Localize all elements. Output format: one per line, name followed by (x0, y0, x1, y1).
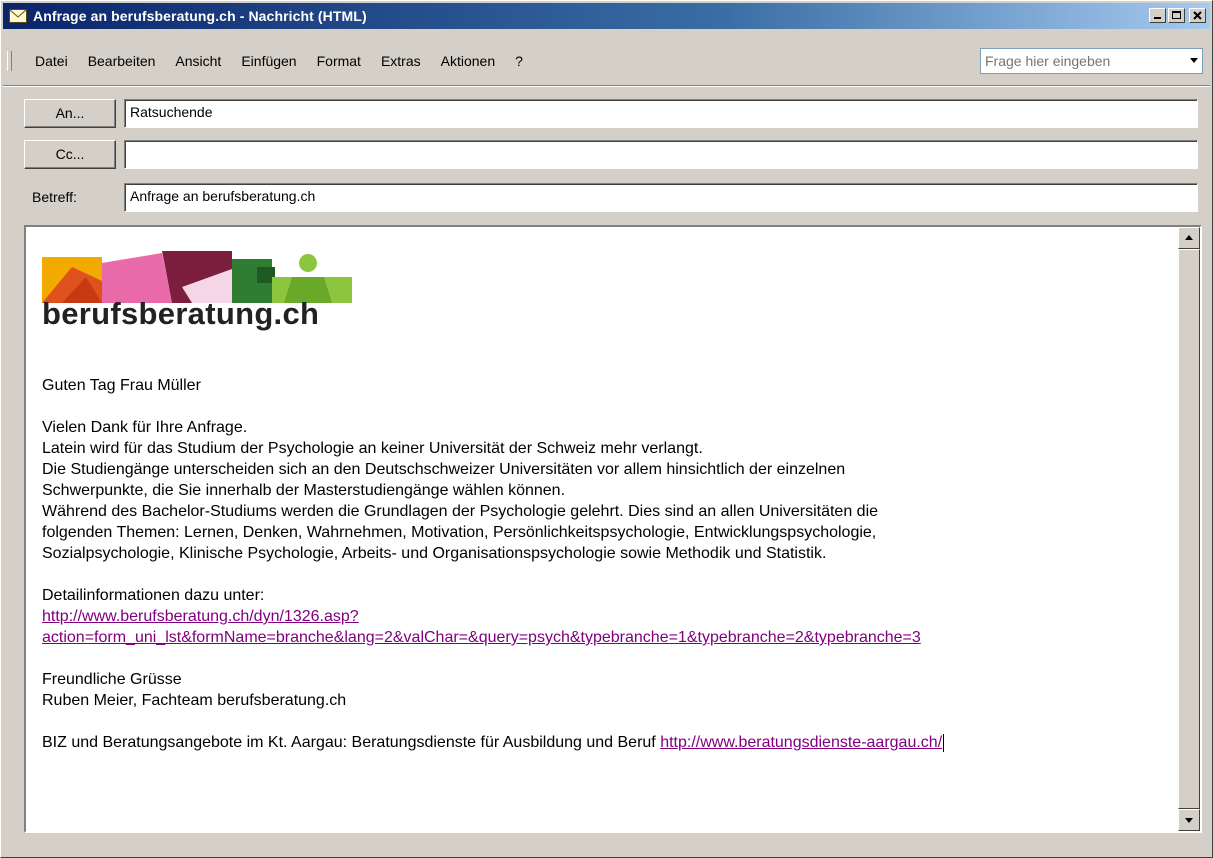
paragraph-line: Die Studiengänge unterscheiden sich an d… (42, 461, 846, 478)
closing-paragraph: Freundliche Grüsse Ruben Meier, Fachteam… (42, 669, 1162, 711)
details-link-line-2[interactable]: action=form_uni_lst&formName=branche&lan… (42, 629, 921, 646)
logo-graphic (42, 251, 352, 303)
toolbar-separator (3, 85, 1210, 87)
closing: Freundliche Grüsse (42, 671, 182, 688)
scroll-down-icon[interactable] (1178, 809, 1200, 831)
minimize-icon[interactable] (1149, 8, 1166, 23)
footer-text: BIZ und Beratungsangebote im Kt. Aargau:… (42, 734, 661, 751)
close-icon[interactable] (1189, 8, 1206, 23)
menu-extras[interactable]: Extras (381, 53, 421, 69)
title-bar[interactable]: Anfrage an berufsberatung.ch - Nachricht… (3, 3, 1210, 29)
footer-paragraph: BIZ und Beratungsangebote im Kt. Aargau:… (42, 732, 1162, 753)
paragraph-line: Sozialpsychologie, Klinische Psychologie… (42, 545, 827, 562)
berufsberatung-logo: berufsberatung.ch (42, 247, 362, 357)
message-body[interactable]: berufsberatung.ch Guten Tag Frau Müller … (24, 225, 1202, 833)
footer-link[interactable]: http://www.beratungsdienste-aargau.ch/ (660, 734, 942, 751)
menu-help[interactable]: ? (515, 53, 523, 69)
subject-label: Betreff: (32, 189, 77, 205)
signature: Ruben Meier, Fachteam berufsberatung.ch (42, 692, 347, 709)
menu-datei[interactable]: Datei (35, 53, 68, 69)
cc-button[interactable]: Cc... (24, 140, 116, 169)
paragraph-line: Vielen Dank für Ihre Anfrage. (42, 419, 248, 436)
menu-bar: Datei Bearbeiten Ansicht Einfügen Format… (15, 47, 533, 75)
chevron-down-icon[interactable] (1190, 58, 1198, 63)
message-content[interactable]: berufsberatung.ch Guten Tag Frau Müller … (42, 247, 1162, 774)
scroll-up-icon[interactable] (1178, 227, 1200, 249)
menu-bearbeiten[interactable]: Bearbeiten (88, 53, 156, 69)
vertical-scrollbar[interactable] (1178, 227, 1200, 831)
menubar-grip[interactable] (7, 51, 12, 71)
maximize-icon[interactable] (1168, 8, 1185, 23)
scroll-thumb[interactable] (1178, 249, 1200, 809)
subject-field[interactable]: Anfrage an berufsberatung.ch (124, 183, 1198, 212)
logo-text: berufsberatung.ch (42, 296, 320, 331)
menu-ansicht[interactable]: Ansicht (175, 53, 221, 69)
paragraph-line: folgenden Themen: Lernen, Denken, Wahrne… (42, 524, 877, 541)
paragraph-line: Latein wird für das Studium der Psycholo… (42, 440, 703, 457)
details-link-line-1[interactable]: http://www.berufsberatung.ch/dyn/1326.as… (42, 608, 359, 625)
paragraph-line: Schwerpunkte, die Sie innerhalb der Mast… (42, 482, 566, 499)
details-paragraph: Detailinformationen dazu unter: http://w… (42, 585, 1162, 648)
help-search-input[interactable] (981, 49, 1179, 73)
to-field[interactable]: Ratsuchende (124, 99, 1198, 128)
menu-aktionen[interactable]: Aktionen (441, 53, 495, 69)
details-label: Detailinformationen dazu unter: (42, 587, 265, 604)
text-cursor (943, 733, 945, 752)
menu-einfuegen[interactable]: Einfügen (241, 53, 296, 69)
menu-format[interactable]: Format (317, 53, 361, 69)
details-link[interactable]: http://www.berufsberatung.ch/dyn/1326.as… (42, 606, 1162, 648)
paragraph-line: Während des Bachelor-Studiums werden die… (42, 503, 879, 520)
cc-field[interactable] (124, 140, 1198, 169)
message-window: Anfrage an berufsberatung.ch - Nachricht… (0, 0, 1213, 858)
envelope-icon (9, 9, 27, 23)
window-title: Anfrage an berufsberatung.ch - Nachricht… (33, 8, 367, 24)
body-paragraph: Vielen Dank für Ihre Anfrage. Latein wir… (42, 417, 1162, 564)
help-search-box[interactable] (980, 48, 1203, 74)
greeting: Guten Tag Frau Müller (42, 377, 201, 394)
to-button[interactable]: An... (24, 99, 116, 128)
